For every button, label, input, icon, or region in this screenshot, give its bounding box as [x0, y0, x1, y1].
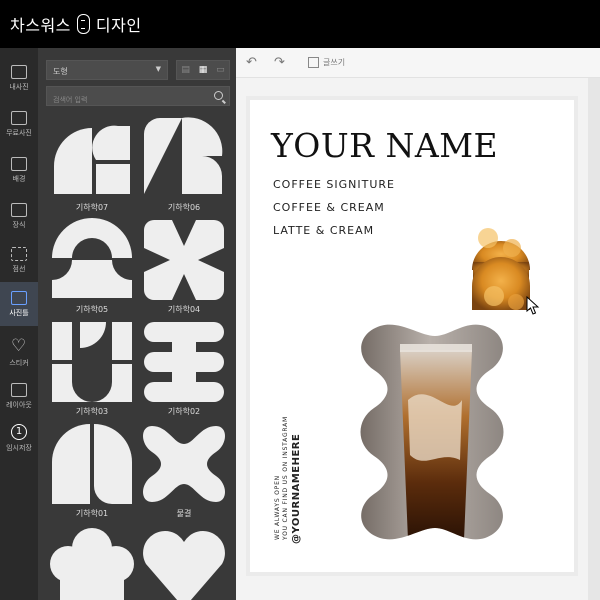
redo-icon[interactable]: ↷ [274, 55, 285, 70]
mouse-cursor-icon [526, 296, 540, 315]
shape-heart-preview [143, 531, 225, 600]
asset-panel: 도형 ▼ ▤ ▦ ▭ 기하학07 기하학06 [38, 48, 236, 600]
app-title-right: 디자인 [95, 16, 142, 35]
left-tool-rail: 내사진 무료사진 배경 장식 점선 사진틀 스티커 레이아웃 1 임시저장 [0, 48, 38, 600]
tile-label: 기하학02 [167, 407, 201, 416]
editor-area: ↶ ↷ 글쓰기 YOUR NAME COFFEE SIGNITURE COFFE… [236, 48, 600, 600]
background-icon [11, 156, 27, 171]
iced-coffee-photo-frame [360, 324, 504, 540]
rail-label: 무료사진 [6, 128, 32, 137]
shape-geometric03-preview [52, 322, 132, 402]
canvas-scrollbar[interactable] [588, 78, 600, 600]
tile-label: 기하학05 [75, 305, 109, 314]
shape-geometric04-preview [144, 220, 224, 300]
rail-label: 레이아웃 [6, 400, 32, 409]
shape-cloud-preview [50, 528, 134, 600]
shape-tile-heart[interactable] [142, 524, 226, 600]
photo-frame-icon [11, 290, 27, 305]
rail-label: 장식 [12, 220, 26, 229]
rail-item-background[interactable]: 배경 [0, 148, 38, 192]
tile-label: 기하학07 [75, 203, 109, 212]
shape-tile-geometric06[interactable]: 기하학06 [142, 116, 226, 216]
rail-item-free-photos[interactable]: 무료사진 [0, 102, 38, 146]
tile-label: 기하학03 [75, 407, 109, 416]
rail-item-sticker[interactable]: 스티커 [0, 332, 38, 376]
rail-item-photo-frame[interactable]: 사진틀 [0, 282, 38, 326]
heart-icon [11, 336, 27, 356]
shape-geometric05-preview [52, 218, 132, 298]
search-icon[interactable] [214, 91, 223, 100]
poster-canvas[interactable]: YOUR NAME COFFEE SIGNITURE COFFEE & CREA… [250, 100, 574, 572]
rail-item-decoration[interactable]: 장식 [0, 194, 38, 238]
shape-wave-preview [143, 426, 225, 502]
undo-icon[interactable]: ↶ [246, 55, 257, 70]
tile-label: 기하학04 [167, 305, 201, 314]
poster-vertical-line2[interactable]: YOU CAN FIND US ON INSTAGRAM [282, 416, 289, 540]
chevron-down-icon: ▼ [155, 65, 161, 73]
tile-label: 기하학06 [167, 203, 201, 212]
shape-tile-cloud[interactable] [50, 524, 134, 600]
rail-label: 사진틀 [9, 308, 29, 317]
croissant-photo-frame [472, 228, 530, 310]
shape-tile-wave[interactable]: 물결 [142, 422, 226, 522]
rail-item-layout[interactable]: 레이아웃 [0, 374, 38, 418]
poster-instagram-handle[interactable]: @YOURNAMEHERE [291, 434, 302, 544]
shape-tile-geometric05[interactable]: 기하학05 [50, 218, 134, 318]
rail-item-my-photos[interactable]: 내사진 [0, 56, 38, 100]
free-photo-icon [11, 110, 27, 125]
poster-title[interactable]: YOUR NAME [271, 126, 498, 165]
shape-geometric01-preview [52, 424, 132, 504]
shape-tile-geometric02[interactable]: 기하학02 [142, 320, 226, 420]
rail-item-dotted-line[interactable]: 점선 [0, 238, 38, 282]
layout-icon [11, 382, 27, 397]
search-input[interactable] [47, 91, 207, 109]
tile-label: 기하학01 [75, 509, 109, 518]
grid-icon[interactable] [308, 57, 319, 68]
temp-save-icon: 1 [11, 423, 27, 440]
rail-label: 스티커 [9, 358, 29, 367]
view-toggle-group: ▤ ▦ ▭ [176, 60, 230, 80]
shape-tile-geometric03[interactable]: 기하학03 [50, 320, 134, 420]
tile-label: 물결 [176, 509, 192, 518]
decoration-icon [11, 202, 27, 217]
app-title-left: 차스워스 [10, 16, 71, 35]
menu-item[interactable]: COFFEE SIGNITURE [273, 178, 395, 191]
large-view-icon[interactable]: ▭ [212, 61, 229, 79]
photo-folder-icon [11, 64, 27, 79]
rail-label: 점선 [12, 264, 26, 273]
list-view-icon[interactable]: ▤ [177, 61, 194, 79]
search-box [46, 86, 230, 109]
menu-item[interactable]: COFFEE & CREAM [273, 201, 385, 214]
rail-item-temp-save[interactable]: 1 임시저장 [0, 416, 38, 460]
shape-geometric02-preview [144, 322, 224, 402]
grid-label[interactable]: 글쓰기 [323, 57, 345, 68]
shape-tile-geometric04[interactable]: 기하학04 [142, 218, 226, 318]
shape-tile-geometric07[interactable]: 기하학07 [50, 116, 134, 216]
menu-item[interactable]: LATTE & CREAM [273, 224, 374, 237]
dotted-line-icon [11, 246, 27, 261]
editor-toolbar: ↶ ↷ 글쓰기 [236, 48, 600, 78]
shape-tile-geometric01[interactable]: 기하학01 [50, 422, 134, 522]
phone-icon [76, 14, 90, 34]
poster-vertical-line1[interactable]: WE ALWAYS OPEN [274, 475, 281, 540]
title-bar: 차스워스 디자인 [0, 0, 600, 48]
rail-label: 배경 [12, 174, 26, 183]
category-dropdown[interactable]: 도형 ▼ [46, 60, 168, 80]
shape-geometric06-preview [144, 117, 223, 194]
shape-geometric07-preview [54, 125, 130, 194]
category-dropdown-value: 도형 [53, 67, 68, 76]
rail-label: 임시저장 [6, 443, 32, 452]
rail-label: 내사진 [9, 82, 29, 91]
grid-view-icon[interactable]: ▦ [194, 61, 211, 79]
